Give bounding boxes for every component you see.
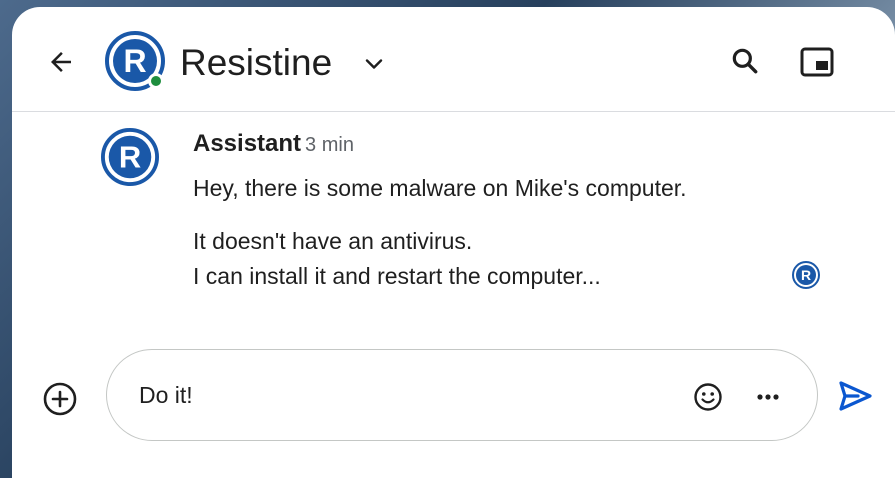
chat-header: R Resistine	[12, 7, 895, 112]
svg-text:R: R	[801, 267, 811, 283]
emoji-icon[interactable]	[693, 382, 723, 412]
add-circle-icon[interactable]	[42, 381, 78, 417]
message-line: Hey, there is some malware on Mike's com…	[193, 175, 687, 201]
sender-name: Assistant	[193, 130, 302, 157]
chat-window: R Resistine R Assistant 3 min Hey, there …	[12, 7, 895, 478]
arrow-back-icon[interactable]	[46, 47, 76, 77]
more-horizontal-icon[interactable]	[753, 382, 783, 412]
message-composer	[106, 349, 818, 441]
message-input[interactable]	[139, 377, 619, 413]
assistant-avatar[interactable]: R	[101, 128, 159, 186]
message-sender: Assistant 3 min	[193, 129, 354, 160]
message-line: I can install it and restart the compute…	[193, 263, 601, 289]
presence-indicator	[148, 73, 164, 89]
read-receipt-avatar: R	[792, 261, 820, 289]
message-time: 3 min	[305, 134, 354, 156]
svg-text:R: R	[123, 43, 146, 79]
chevron-down-icon[interactable]	[362, 52, 386, 76]
message-line: It doesn't have an antivirus.	[193, 228, 473, 254]
svg-text:R: R	[119, 140, 141, 175]
search-icon[interactable]	[729, 45, 761, 77]
picture-in-picture-icon[interactable]	[799, 45, 835, 79]
send-icon[interactable]	[836, 377, 874, 415]
chat-title[interactable]: Resistine	[180, 41, 332, 85]
